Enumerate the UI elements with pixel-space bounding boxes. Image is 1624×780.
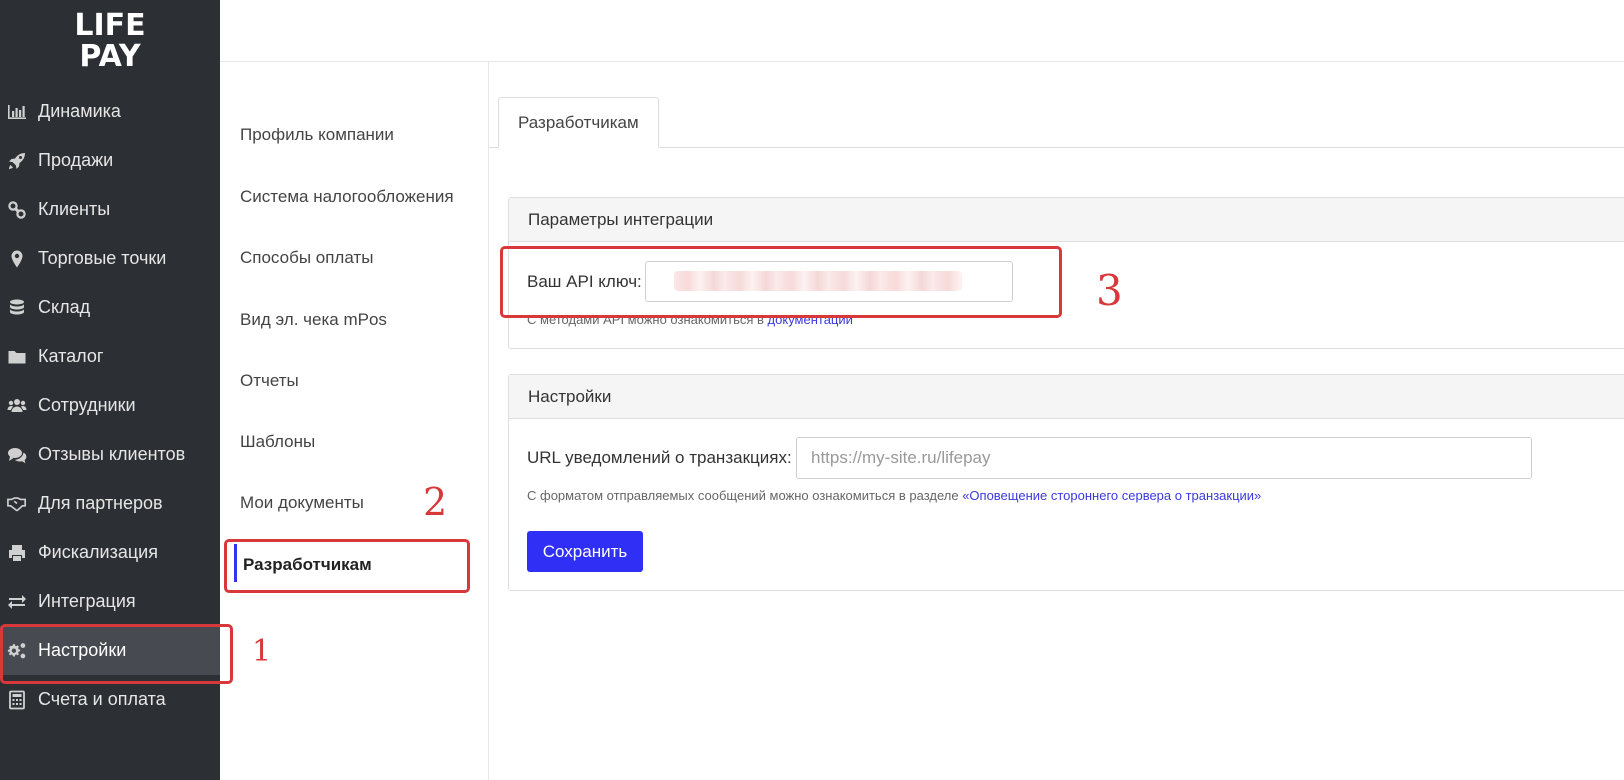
notification-url-field[interactable]: https://my-site.ru/lifepay — [796, 437, 1532, 479]
logo-line-2: PAY — [79, 39, 141, 74]
subnav-item-receipt-view[interactable]: Вид эл. чека mPos — [240, 310, 387, 330]
notification-url-label: URL уведомлений о транзакциях: — [527, 448, 792, 467]
annotation-number-2: 2 — [423, 480, 448, 524]
sidebar-item-label: Интеграция — [38, 591, 136, 611]
notification-url-placeholder: https://my-site.ru/lifepay — [811, 448, 991, 467]
subnav-item-tax-system[interactable]: Система налогообложения — [240, 187, 454, 207]
calculator-icon — [0, 690, 38, 710]
printer-icon — [0, 543, 38, 563]
sidebar-item-label: Фискализация — [38, 542, 158, 562]
sidebar-item-clients[interactable]: Клиенты — [0, 185, 220, 234]
sidebar-item-label: Каталог — [38, 346, 104, 366]
sidebar-item-label: Продажи — [38, 150, 114, 170]
logo-line-1: LIFE — [74, 8, 146, 43]
annotation-box-3 — [500, 246, 1062, 318]
database-icon — [0, 298, 38, 318]
settings-subnav: Профиль компании Система налогообложения… — [220, 62, 489, 780]
sidebar-item-sales[interactable]: Продажи — [0, 136, 220, 185]
settings-panel: Настройки — [508, 374, 1624, 591]
link-icon — [0, 200, 38, 220]
rocket-icon — [0, 151, 38, 171]
subnav-item-reports[interactable]: Отчеты — [240, 371, 299, 391]
sidebar-item-label: Склад — [38, 297, 91, 317]
sidebar-item-label: Клиенты — [38, 199, 111, 219]
sidebar-item-label: Для партнеров — [38, 493, 163, 513]
subnav-item-templates[interactable]: Шаблоны — [240, 432, 315, 452]
sidebar-item-warehouse[interactable]: Склад — [0, 283, 220, 332]
annotation-box-1 — [0, 624, 233, 684]
sidebar-item-dynamics[interactable]: Динамика — [0, 87, 220, 136]
users-icon — [0, 396, 38, 416]
integration-panel-title: Параметры интеграции — [509, 198, 1624, 242]
lifepay-logo[interactable]: LIFE PAY — [0, 10, 220, 72]
annotation-box-2 — [224, 539, 470, 593]
tab-developers[interactable]: Разработчикам — [498, 97, 659, 148]
sidebar-item-reviews[interactable]: Отзывы клиентов — [0, 430, 220, 479]
map-marker-icon — [0, 249, 38, 269]
folder-icon — [0, 347, 38, 367]
comments-icon — [0, 445, 38, 465]
sidebar-item-label: Сотрудники — [38, 395, 136, 415]
notification-docs-link[interactable]: «Оповещение стороннего сервера о транзак… — [962, 488, 1261, 503]
sidebar-item-label: Динамика — [38, 101, 121, 121]
subnav-item-company-profile[interactable]: Профиль компании — [240, 125, 394, 145]
sidebar-item-catalog[interactable]: Каталог — [0, 332, 220, 381]
sidebar-item-label: Отзывы клиентов — [38, 444, 186, 464]
sidebar-item-partners[interactable]: Для партнеров — [0, 479, 220, 528]
tab-divider — [489, 147, 1624, 148]
sidebar-item-label: Счета и оплата — [38, 689, 166, 709]
subnav-item-my-documents[interactable]: Мои документы — [240, 493, 364, 513]
settings-panel-title: Настройки — [509, 375, 1624, 419]
sidebar-item-fiscalization[interactable]: Фискализация — [0, 528, 220, 577]
annotation-number-1: 1 — [252, 634, 272, 669]
settings-hint-text: С форматом отправляемых сообщений можно … — [527, 488, 963, 503]
sidebar-item-employees[interactable]: Сотрудники — [0, 381, 220, 430]
subnav-item-payment-methods[interactable]: Способы оплаты — [240, 248, 373, 268]
bar-chart-icon — [0, 102, 38, 122]
annotation-number-3: 3 — [1096, 266, 1123, 315]
sidebar-item-integration[interactable]: Интеграция — [0, 577, 220, 626]
handshake-icon — [0, 494, 38, 514]
sidebar-item-outlets[interactable]: Торговые точки — [0, 234, 220, 283]
sidebar-item-label: Торговые точки — [38, 248, 167, 268]
top-bar — [220, 0, 1624, 62]
save-button[interactable]: Сохранить — [527, 531, 643, 572]
exchange-icon — [0, 592, 38, 612]
settings-hint: С форматом отправляемых сообщений можно … — [527, 488, 1261, 503]
